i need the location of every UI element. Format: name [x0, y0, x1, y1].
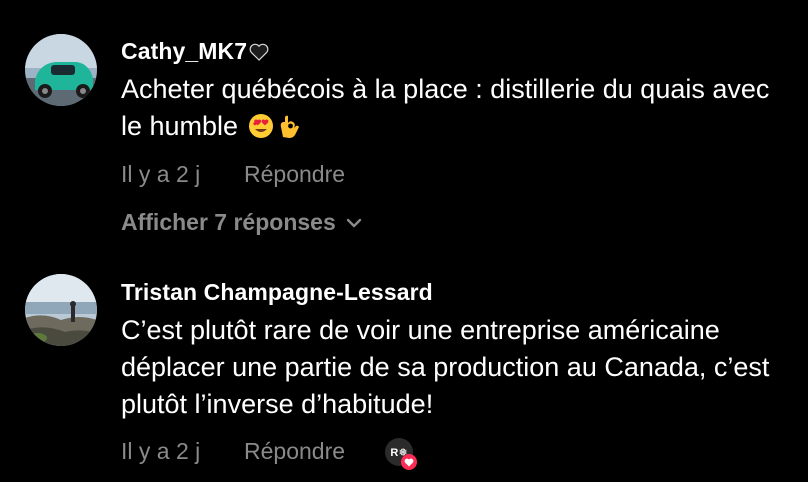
avatar[interactable]	[25, 274, 97, 346]
comment-timestamp: Il y a 2 j	[121, 161, 201, 187]
username-text: Tristan Champagne-Lessard	[121, 279, 433, 305]
comment-text: Acheter québécois à la place : distiller…	[121, 71, 791, 149]
avatar-image	[25, 34, 97, 106]
creator-liked-badge: R❅	[385, 438, 417, 470]
comment-timestamp: Il y a 2 j	[121, 438, 201, 464]
black-heart-icon	[249, 40, 269, 67]
view-replies-label: Afficher 7 réponses	[121, 209, 336, 235]
avatar[interactable]	[25, 34, 97, 106]
comment-body: Acheter québécois à la place : distiller…	[121, 74, 770, 141]
reply-button[interactable]: Répondre	[244, 161, 345, 188]
comment-username[interactable]: Tristan Champagne-Lessard	[121, 279, 433, 306]
heart-icon	[401, 454, 417, 470]
reply-button[interactable]: Répondre	[244, 438, 345, 465]
comment-username[interactable]: Cathy_MK7	[121, 38, 269, 67]
chevron-down-icon	[346, 207, 362, 234]
comment-text: C’est plutôt rare de voir une entreprise…	[121, 312, 791, 423]
avatar-image	[25, 274, 97, 346]
comment-item: Cathy_MK7 Acheter québécois à la place :…	[0, 0, 808, 250]
heart-eyes-icon	[248, 112, 274, 149]
view-replies-button[interactable]: Afficher 7 réponses	[121, 207, 362, 236]
comment-body: C’est plutôt rare de voir une entreprise…	[121, 315, 770, 419]
ok-hand-icon	[276, 112, 302, 149]
username-text: Cathy_MK7	[121, 38, 248, 64]
